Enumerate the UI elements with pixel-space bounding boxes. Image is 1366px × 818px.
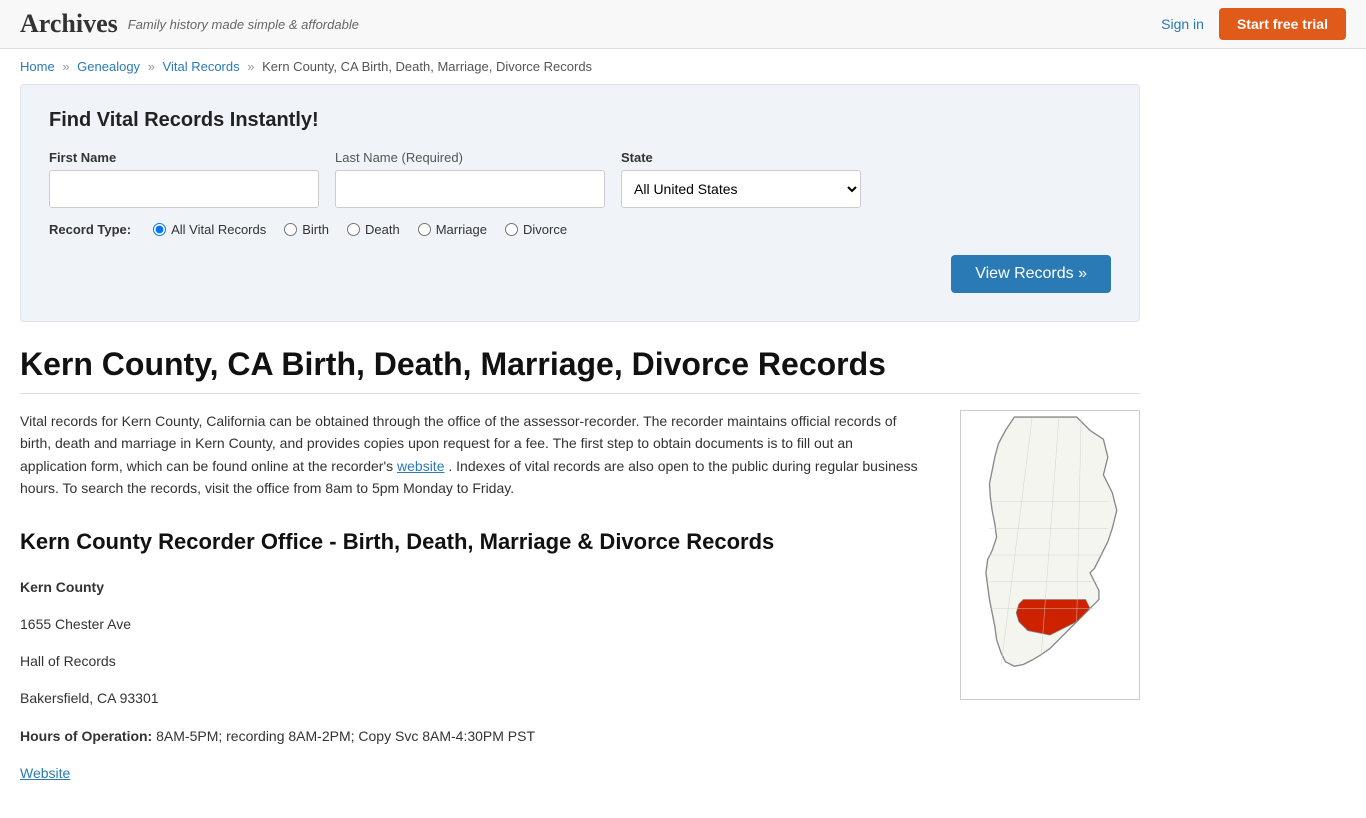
record-type-row: Record Type: All Vital Records Birth Dea… (49, 222, 1111, 237)
description-paragraph: Vital records for Kern County, Californi… (20, 410, 920, 500)
search-box: Find Vital Records Instantly! First Name… (20, 84, 1140, 322)
california-svg (960, 410, 1140, 700)
radio-death-input[interactable] (347, 223, 360, 236)
record-type-label: Record Type: (49, 222, 131, 237)
california-map (940, 410, 1140, 798)
office-address1: 1655 Chester Ave (20, 612, 920, 637)
office-address2: Hall of Records (20, 649, 920, 674)
main-content: Find Vital Records Instantly! First Name… (0, 84, 1160, 818)
first-name-group: First Name (49, 150, 319, 208)
radio-marriage[interactable]: Marriage (418, 222, 487, 237)
radio-group: All Vital Records Birth Death Marriage D… (153, 222, 571, 237)
map-svg-container (960, 410, 1140, 703)
last-name-label: Last Name (Required) (335, 150, 605, 165)
search-title: Find Vital Records Instantly! (49, 109, 1111, 132)
header-left: Archives Family history made simple & af… (20, 9, 359, 39)
first-name-label: First Name (49, 150, 319, 165)
radio-birth[interactable]: Birth (284, 222, 329, 237)
form-row-names: First Name Last Name (Required) State Al… (49, 150, 1111, 208)
office-hours: Hours of Operation: 8AM-5PM; recording 8… (20, 724, 920, 749)
breadcrumb-genealogy[interactable]: Genealogy (77, 59, 140, 74)
breadcrumb-current: Kern County, CA Birth, Death, Marriage, … (262, 59, 592, 74)
content-text: Vital records for Kern County, Californi… (20, 410, 920, 798)
radio-birth-input[interactable] (284, 223, 297, 236)
hours-label: Hours of Operation: (20, 728, 152, 744)
start-trial-button[interactable]: Start free trial (1219, 8, 1346, 40)
recorder-heading: Kern County Recorder Office - Birth, Dea… (20, 524, 920, 559)
breadcrumb-sep1: » (62, 59, 69, 74)
hours-value: 8AM-5PM; recording 8AM-2PM; Copy Svc 8AM… (156, 728, 535, 744)
radio-divorce-label: Divorce (523, 222, 567, 237)
state-group: State All United States Alabama Alaska A… (621, 150, 861, 208)
last-name-input[interactable] (335, 170, 605, 208)
breadcrumb-vital-records[interactable]: Vital Records (163, 59, 240, 74)
office-address3: Bakersfield, CA 93301 (20, 686, 920, 711)
office-website-link[interactable]: Website (20, 765, 70, 781)
radio-marriage-input[interactable] (418, 223, 431, 236)
tagline: Family history made simple & affordable (128, 17, 359, 32)
last-name-group: Last Name (Required) (335, 150, 605, 208)
office-info: Kern County 1655 Chester Ave Hall of Rec… (20, 575, 920, 786)
breadcrumb-home[interactable]: Home (20, 59, 55, 74)
breadcrumb-sep3: » (247, 59, 254, 74)
page-title: Kern County, CA Birth, Death, Marriage, … (20, 346, 1140, 394)
office-name: Kern County (20, 579, 104, 595)
radio-marriage-label: Marriage (436, 222, 487, 237)
form-bottom: View Records » (49, 255, 1111, 293)
state-select[interactable]: All United States Alabama Alaska Arizona… (621, 170, 861, 208)
radio-all-vital[interactable]: All Vital Records (153, 222, 266, 237)
radio-death[interactable]: Death (347, 222, 400, 237)
radio-divorce[interactable]: Divorce (505, 222, 567, 237)
view-records-button[interactable]: View Records » (951, 255, 1111, 293)
radio-all-label: All Vital Records (171, 222, 266, 237)
radio-all-input[interactable] (153, 223, 166, 236)
header: Archives Family history made simple & af… (0, 0, 1366, 49)
content-area: Vital records for Kern County, Californi… (20, 410, 1140, 798)
website-link[interactable]: website (397, 458, 444, 474)
radio-divorce-input[interactable] (505, 223, 518, 236)
header-right: Sign in Start free trial (1161, 8, 1346, 40)
breadcrumb-sep2: » (148, 59, 155, 74)
first-name-input[interactable] (49, 170, 319, 208)
logo: Archives (20, 9, 118, 39)
breadcrumb: Home » Genealogy » Vital Records » Kern … (0, 49, 1366, 84)
sign-in-link[interactable]: Sign in (1161, 16, 1204, 32)
state-label: State (621, 150, 861, 165)
radio-birth-label: Birth (302, 222, 329, 237)
radio-death-label: Death (365, 222, 400, 237)
